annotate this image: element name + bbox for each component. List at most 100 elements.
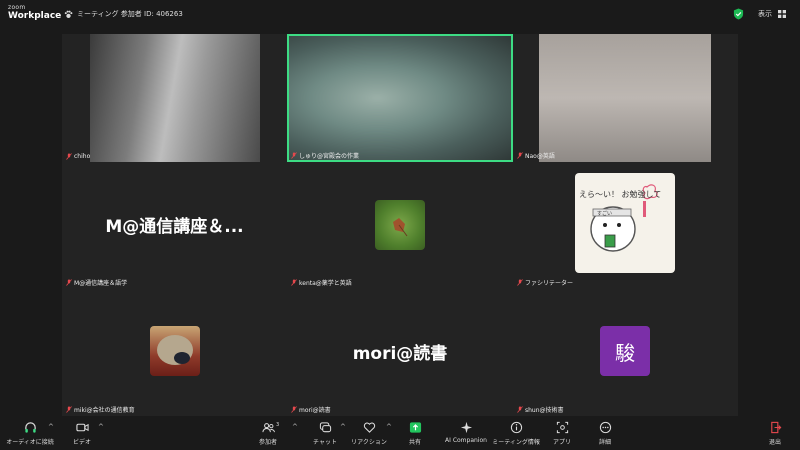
active-speaker-highlight: [287, 34, 513, 162]
participants-count: 3: [276, 422, 280, 428]
mic-muted-icon: [517, 279, 523, 286]
shield-icon[interactable]: [733, 8, 744, 20]
mic-muted-icon: [66, 406, 72, 413]
participant-name-tag: kenta@薬学と英語: [291, 278, 352, 287]
top-bar: zoom Workplace ミーティング 参加者 ID: 406263 表示: [0, 0, 800, 30]
heart-icon: [363, 422, 375, 433]
hedgehog-avatar: [150, 326, 200, 376]
participant-name-tag: miki@会社の通信教育: [66, 405, 135, 414]
mic-muted-icon: [291, 152, 297, 159]
more-button[interactable]: 詳細: [594, 421, 616, 446]
participant-name-tag: Nao@英語: [517, 151, 555, 160]
participant-name: M@通信講座＆語学: [74, 280, 128, 287]
participant-name: chiho: [74, 153, 91, 160]
view-button[interactable]: 表示: [758, 9, 772, 19]
initial-avatar: 駿: [600, 326, 650, 376]
character-illustration: [590, 184, 658, 252]
apps-label: アプリ: [552, 439, 571, 446]
participant-tile[interactable]: kenta@薬学と英語: [287, 162, 513, 289]
more-label: 詳細: [598, 439, 611, 446]
leave-label: 退出: [768, 439, 781, 446]
participant-display-name: M@通信講座＆...: [105, 217, 244, 237]
reactions-label: リアクション: [351, 439, 387, 446]
top-right-controls: 表示: [733, 8, 786, 20]
mic-muted-icon: [517, 406, 523, 413]
audio-button[interactable]: オーディオに接続: [6, 421, 54, 446]
participant-name-tag: しゅり@宮殿会の作業: [291, 151, 359, 160]
participant-video: [539, 34, 711, 162]
illustration-badge: すごい: [597, 211, 613, 217]
participant-name: miki@会社の通信教育: [74, 407, 135, 414]
video-button[interactable]: ビデオ: [70, 421, 94, 446]
audio-label: オーディオに接続: [6, 439, 54, 446]
participant-name-tag: chiho: [66, 153, 90, 160]
gallery-grid: chiho しゅり@宮殿会の作業 Nao@英語 M@通信講座＆... M@通信講…: [62, 34, 738, 416]
participant-name: Nao@英語: [525, 153, 555, 160]
participant-tile[interactable]: miki@会社の通信教育: [62, 289, 287, 416]
chat-options-caret[interactable]: ^: [340, 423, 346, 431]
video-label: ビデオ: [72, 439, 91, 446]
brand-big: Workplace: [8, 11, 62, 21]
more-icon: [599, 421, 611, 434]
hedgehog-icon: [157, 335, 193, 365]
participant-name: ファシリテーター: [525, 280, 574, 287]
sparkle-icon: [460, 421, 472, 434]
leaf-icon: [393, 218, 408, 237]
meeting-toolbar: オーディオに接続 ^ ビデオ ^ 参加者 3 ^ チャット ^ リアクション ^…: [0, 418, 800, 450]
headphones-icon: [24, 422, 36, 433]
mic-muted-icon: [517, 152, 523, 159]
chat-button[interactable]: チャット: [311, 421, 339, 446]
participants-icon: [261, 423, 275, 433]
illustration-avatar: すごい えら～い！ お勉強して: [575, 173, 675, 273]
participant-name: kenta@薬学と英語: [299, 280, 352, 287]
mic-muted-icon: [66, 153, 72, 160]
participant-name-tag: M@通信講座＆語学: [66, 278, 127, 287]
mic-muted-icon: [291, 406, 297, 413]
participant-name: shun@技術書: [525, 407, 564, 414]
participant-name-tag: mori@読書: [291, 405, 331, 414]
participant-display-name: mori@読書: [352, 344, 448, 364]
leaf-avatar: [375, 200, 425, 250]
audio-options-caret[interactable]: ^: [48, 423, 54, 431]
meeting-id-text: ミーティング 参加者 ID: 406263: [77, 10, 183, 18]
participant-tile[interactable]: chiho: [62, 34, 287, 162]
participant-name: mori@読書: [299, 407, 331, 414]
participant-name-tag: ファシリテーター: [517, 278, 573, 287]
info-icon: [510, 421, 522, 434]
apps-button[interactable]: アプリ: [551, 421, 573, 446]
chat-icon: [319, 422, 331, 433]
participant-tile[interactable]: M@通信講座＆... M@通信講座＆語学: [62, 162, 287, 289]
participant-tile[interactable]: しゅり@宮殿会の作業: [287, 34, 513, 162]
participants-options-caret[interactable]: ^: [292, 423, 298, 431]
video-options-caret[interactable]: ^: [98, 423, 104, 431]
reactions-button[interactable]: リアクション: [351, 421, 387, 446]
mic-muted-icon: [66, 279, 72, 286]
chat-label: チャット: [313, 439, 337, 446]
meeting-info-label[interactable]: ミーティング 参加者 ID: 406263: [64, 9, 183, 19]
participant-name-tag: shun@技術書: [517, 405, 564, 414]
apps-icon: [556, 421, 568, 434]
ai-companion-label: AI Companion: [445, 437, 487, 444]
meeting-info-button[interactable]: ミーティング情報: [492, 421, 540, 446]
share-button[interactable]: 共有: [404, 421, 426, 446]
ai-companion-button[interactable]: AI Companion: [444, 421, 488, 444]
participant-tile[interactable]: Nao@英語: [513, 34, 738, 162]
participants-label: 参加者: [258, 439, 277, 446]
participant-tile[interactable]: 駿 shun@技術書: [513, 289, 738, 416]
participant-tile[interactable]: すごい えら～い！ お勉強して ファシリテーター: [513, 162, 738, 289]
leave-button[interactable]: 退出: [764, 421, 786, 446]
share-screen-icon: [409, 422, 421, 433]
zoom-logo: zoom Workplace: [8, 5, 61, 21]
paw-icon: [64, 10, 73, 18]
reactions-options-caret[interactable]: ^: [386, 423, 392, 431]
meeting-info-label-text: ミーティング情報: [492, 439, 540, 446]
leave-icon: [770, 421, 781, 434]
mic-muted-icon: [291, 279, 297, 286]
participant-video: [90, 34, 260, 162]
grid-view-icon[interactable]: [778, 10, 786, 18]
participant-name: しゅり@宮殿会の作業: [299, 153, 360, 160]
participant-tile[interactable]: mori@読書 mori@読書: [287, 289, 513, 416]
illustration-text: えら～い！ お勉強して: [579, 190, 662, 199]
share-label: 共有: [408, 439, 421, 446]
camera-icon: [75, 423, 89, 432]
